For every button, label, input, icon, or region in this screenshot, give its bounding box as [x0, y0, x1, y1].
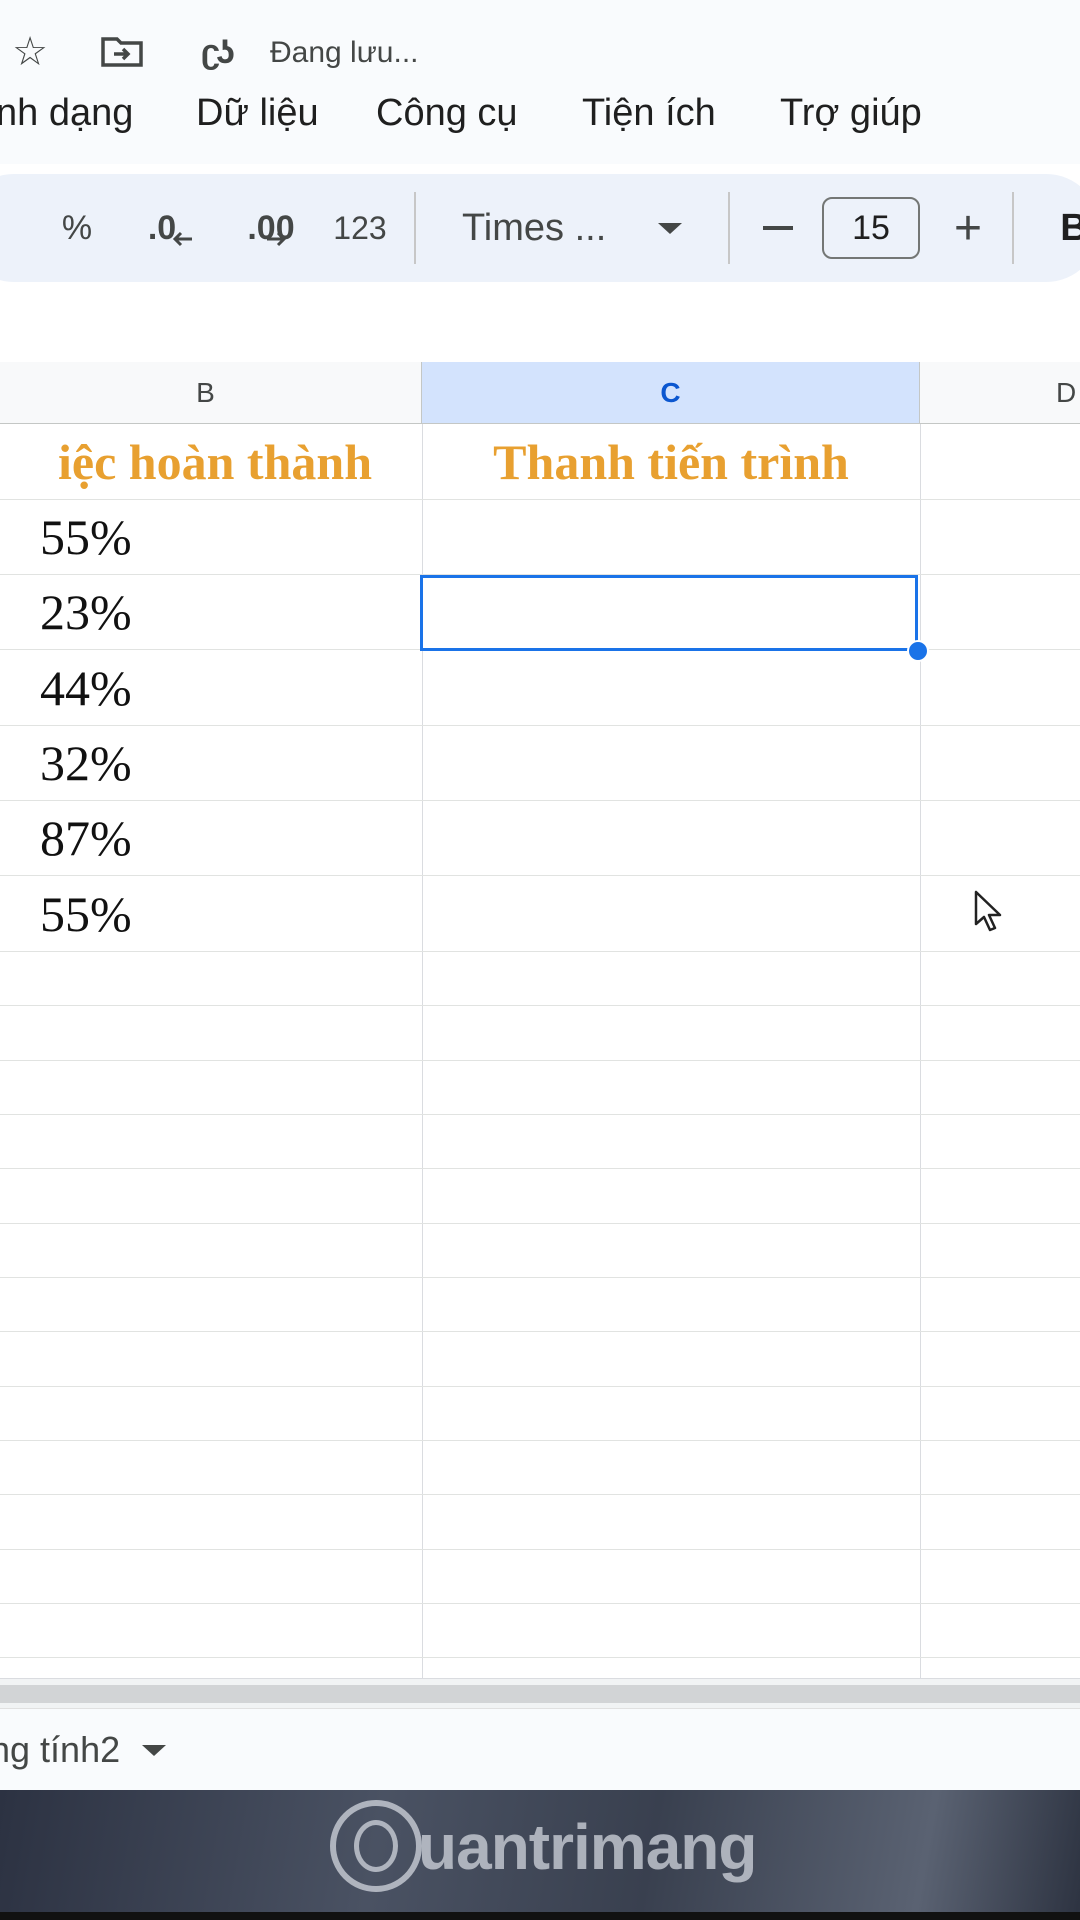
table-row [0, 1061, 1080, 1115]
table-row: 55% [0, 876, 1080, 952]
toolbar-divider [728, 192, 730, 264]
cell-b-header-text: iệc hoàn thành [58, 433, 372, 490]
font-family-value: Times ... [462, 206, 607, 249]
lightbulb-logo-icon [330, 1800, 422, 1892]
table-row [0, 1604, 1080, 1658]
font-family-select[interactable]: Times ... [462, 174, 682, 282]
column-header-c[interactable]: C [422, 362, 920, 424]
cell-value: 55% [40, 509, 132, 565]
cell-value: 32% [40, 735, 132, 791]
formula-bar-area [0, 288, 1080, 362]
star-icon[interactable]: ☆ [8, 30, 52, 74]
table-row [0, 1224, 1080, 1278]
toolbar-divider [414, 192, 416, 264]
cell-b[interactable]: 44% [0, 650, 422, 725]
cell-value: 87% [40, 810, 132, 866]
scrollbar-thumb[interactable] [0, 1685, 1080, 1703]
cell-b[interactable]: 55% [0, 876, 422, 951]
table-row [0, 1169, 1080, 1224]
more-formats-button[interactable]: 123 [320, 174, 400, 282]
table-row: 87% [0, 801, 1080, 876]
dropdown-arrow-icon[interactable] [142, 1744, 167, 1756]
decrease-font-size-button[interactable] [750, 174, 806, 282]
cell-b[interactable]: 55% [0, 500, 422, 574]
cell-b-header[interactable]: iệc hoàn thành [0, 424, 422, 499]
menu-bar: nh dạng Dữ liệu Công cụ Tiện ích Trợ giú… [0, 84, 1080, 164]
minus-icon [763, 226, 793, 230]
title-bar: ☆ ʗʖ Đang lưu... [0, 0, 1080, 84]
format-percent-button[interactable]: % [52, 174, 102, 282]
horizontal-scrollbar[interactable] [0, 1678, 1080, 1708]
cell-value: 23% [40, 584, 132, 640]
cell-b[interactable]: 23% [0, 575, 422, 649]
menu-help[interactable]: Trợ giúp [780, 92, 922, 135]
increase-font-size-button[interactable]: + [938, 174, 998, 282]
column-header-d-label: D [1056, 376, 1077, 408]
column-header-d[interactable]: D [920, 362, 1080, 424]
toolbar-divider [1012, 192, 1014, 264]
table-row [0, 1278, 1080, 1332]
fill-handle[interactable] [907, 640, 929, 662]
table-row [0, 1006, 1080, 1061]
cell-value: 44% [40, 659, 132, 716]
table-row [0, 952, 1080, 1006]
increase-decimal-button[interactable]: .00 [228, 174, 308, 282]
sheet-tab[interactable]: ng tính2 [0, 1709, 167, 1791]
watermark-text: uantrimang [418, 1811, 757, 1883]
column-header-b[interactable]: B [0, 362, 422, 424]
toolbar: % .0 .00 123 Times ... 15 + B [0, 174, 1080, 282]
cell-c-header[interactable]: Thanh tiến trình [422, 424, 920, 499]
table-row: 55% [0, 500, 1080, 575]
table-row [0, 1550, 1080, 1604]
table-row [0, 1495, 1080, 1550]
table-row [0, 1441, 1080, 1495]
table-row: 32% [0, 726, 1080, 801]
bold-button[interactable]: B [1054, 174, 1080, 282]
menu-data[interactable]: Dữ liệu [196, 92, 319, 135]
menu-extensions[interactable]: Tiện ích [582, 92, 716, 135]
spreadsheet-grid[interactable]: B C D iệc hoàn thành Thanh tiến trình 55… [0, 362, 1080, 1678]
table-row: 23% [0, 575, 1080, 650]
mouse-pointer-icon [974, 890, 1004, 939]
sync-icon: ʗʖ [201, 32, 235, 71]
menu-tools[interactable]: Công cụ [376, 92, 518, 135]
decrease-decimal-button[interactable]: .0 [136, 174, 206, 282]
cell-b[interactable]: 87% [0, 801, 422, 875]
saving-status: Đang lưu... [270, 36, 419, 69]
arrow-left-icon [173, 231, 193, 247]
cell-c-header-text: Thanh tiến trình [493, 433, 849, 490]
dropdown-arrow-icon [658, 222, 682, 234]
move-to-folder-icon[interactable] [100, 30, 144, 74]
table-row [0, 1332, 1080, 1387]
cell-value: 55% [40, 885, 132, 942]
cell-b[interactable]: 32% [0, 726, 422, 800]
sheet-tab-label: ng tính2 [0, 1729, 121, 1770]
sheet-tabs-bar: ng tính2 [0, 1708, 1080, 1790]
font-size-input[interactable]: 15 [822, 197, 920, 259]
menu-format[interactable]: nh dạng [0, 92, 133, 135]
table-row: iệc hoàn thành Thanh tiến trình [0, 424, 1080, 500]
watermark-banner: uantrimang [0, 1790, 1080, 1920]
table-row [0, 1115, 1080, 1169]
table-row [0, 1387, 1080, 1441]
arrow-right-icon [266, 231, 286, 247]
